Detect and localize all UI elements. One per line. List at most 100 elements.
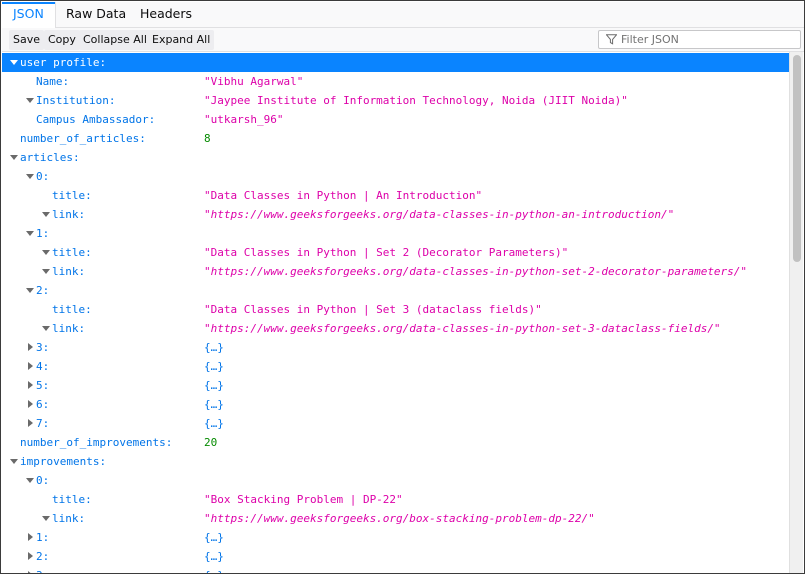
json-row[interactable]: 0: — [2, 471, 790, 490]
filter-json-box[interactable] — [598, 30, 801, 49]
collapsed-object-value[interactable]: {…} — [204, 566, 224, 573]
json-row[interactable]: link: "https://www.geeksforgeeks.org/data… — [2, 319, 790, 338]
expanded-arrow-icon[interactable] — [25, 224, 35, 243]
json-key: link: — [52, 208, 86, 221]
json-row[interactable]: articles: — [2, 148, 790, 167]
collapsed-object-value[interactable]: {…} — [204, 357, 224, 376]
collapsed-arrow-icon[interactable] — [25, 395, 35, 414]
collapsed-object-value[interactable]: {…} — [204, 376, 224, 395]
expanded-arrow-icon[interactable] — [25, 471, 35, 490]
json-link-value[interactable]: "https://www.geeksforgeeks.org/data-clas… — [204, 262, 747, 281]
json-viewer-window: JSON Raw Data Headers Save Copy Collapse… — [0, 0, 805, 574]
json-row[interactable]: 1: — [2, 224, 790, 243]
json-key: 3: — [36, 341, 50, 354]
collapse-all-button[interactable]: Collapse All — [79, 30, 151, 50]
json-key: 1: — [36, 531, 50, 544]
json-key: title: — [52, 189, 92, 202]
collapsed-object-value[interactable]: {…} — [204, 338, 224, 357]
collapsed-arrow-icon[interactable] — [25, 376, 35, 395]
copy-button[interactable]: Copy — [44, 30, 80, 50]
filter-icon — [606, 34, 617, 45]
json-row[interactable]: Institution: "Jaypee Institute of Informa… — [2, 91, 790, 110]
collapsed-object-value[interactable]: {…} — [204, 528, 224, 547]
json-row[interactable]: improvements: — [2, 452, 790, 471]
collapsed-arrow-icon[interactable] — [25, 414, 35, 433]
tab-raw-data[interactable]: Raw Data — [55, 2, 137, 27]
expanded-arrow-icon[interactable] — [25, 167, 35, 186]
json-key: articles: — [20, 151, 80, 164]
collapsed-arrow-icon[interactable] — [25, 566, 35, 573]
json-row[interactable]: 4: {…} — [2, 357, 790, 376]
collapsed-object-value[interactable]: {…} — [204, 414, 224, 433]
json-key: 3: — [36, 566, 49, 573]
json-value: "Jaypee Institute of Information Technol… — [204, 94, 628, 107]
json-key: 0: — [36, 170, 50, 183]
scrollbar-thumb[interactable] — [793, 55, 801, 262]
collapsed-arrow-icon[interactable] — [25, 357, 35, 376]
json-row[interactable]: link: "https://www.geeksforgeeks.org/box-… — [2, 509, 790, 528]
json-key: 2: — [36, 284, 50, 297]
json-link-value[interactable]: "https://www.geeksforgeeks.org/data-clas… — [204, 205, 674, 224]
save-button[interactable]: Save — [9, 30, 45, 50]
expanded-arrow-icon[interactable] — [9, 148, 19, 167]
expanded-arrow-icon[interactable] — [9, 53, 19, 72]
json-row[interactable]: title: "Data Classes in Python | Set 2 (D… — [2, 243, 790, 262]
json-value: "Data Classes in Python | Set 3 (datacla… — [204, 303, 542, 316]
json-row[interactable]: link: "https://www.geeksforgeeks.org/data… — [2, 262, 790, 281]
json-row[interactable]: link: "https://www.geeksforgeeks.org/data… — [2, 205, 790, 224]
expanded-arrow-icon[interactable] — [41, 319, 51, 338]
filter-json-input[interactable] — [621, 32, 791, 47]
json-row[interactable]: title: "Data Classes in Python | Set 3 (d… — [2, 300, 790, 319]
collapsed-arrow-icon[interactable] — [25, 547, 35, 566]
json-link-value[interactable]: "https://www.geeksforgeeks.org/box-stack… — [204, 509, 595, 528]
json-value: "Data Classes in Python | An Introductio… — [204, 189, 483, 202]
json-row[interactable]: number_of_improvements: 20 — [2, 433, 790, 452]
json-row[interactable]: 3: {…} — [2, 566, 790, 573]
collapsed-arrow-icon[interactable] — [25, 528, 35, 547]
json-row[interactable]: 1: {…} — [2, 528, 790, 547]
toolbar: Save Copy Collapse All Expand All — [2, 28, 804, 52]
expanded-arrow-icon[interactable] — [41, 205, 51, 224]
expanded-arrow-icon[interactable] — [25, 281, 35, 300]
vertical-scrollbar[interactable] — [789, 52, 803, 573]
json-row[interactable]: title: "Data Classes in Python | An Intro… — [2, 186, 790, 205]
json-link-value[interactable]: "https://www.geeksforgeeks.org/data-clas… — [204, 319, 721, 338]
json-row[interactable]: user profile: — [2, 53, 790, 72]
json-row[interactable]: 5: {…} — [2, 376, 790, 395]
expanded-arrow-icon[interactable] — [41, 243, 51, 262]
expanded-arrow-icon[interactable] — [9, 452, 19, 471]
json-key: improvements: — [20, 455, 107, 468]
json-row[interactable]: Name: "Vibhu Agarwal" — [2, 72, 790, 91]
json-row[interactable]: Campus Ambassador: "utkarsh_96" — [2, 110, 790, 129]
json-key: 0: — [36, 474, 50, 487]
json-key: 2: — [36, 550, 50, 563]
json-key: title: — [52, 303, 92, 316]
json-row[interactable]: 7: {…} — [2, 414, 790, 433]
json-key: user profile: — [20, 56, 107, 69]
expanded-arrow-icon[interactable] — [41, 509, 51, 528]
json-key: link: — [52, 512, 86, 525]
tab-headers[interactable]: Headers — [129, 2, 203, 27]
tab-json[interactable]: JSON — [2, 2, 56, 28]
json-row[interactable]: 0: — [2, 167, 790, 186]
json-row[interactable]: number_of_articles: 8 — [2, 129, 790, 148]
json-row[interactable]: 3: {…} — [2, 338, 790, 357]
json-value: "Vibhu Agarwal" — [204, 75, 304, 88]
expanded-arrow-icon[interactable] — [41, 262, 51, 281]
expand-all-button[interactable]: Expand All — [148, 30, 215, 50]
json-row[interactable]: title: "Box Stacking Problem | DP-22" — [2, 490, 790, 509]
json-key: 5: — [36, 379, 50, 392]
json-tree: user profile: Name: "Vibhu Agarwal" Institu… — [2, 52, 790, 573]
json-key: title: — [52, 493, 92, 506]
json-row[interactable]: 6: {…} — [2, 395, 790, 414]
expanded-arrow-icon[interactable] — [25, 91, 35, 110]
json-value: 8 — [204, 132, 211, 145]
json-key: Campus Ambassador: — [36, 113, 156, 126]
json-value: "Box Stacking Problem | DP-22" — [204, 493, 403, 506]
json-row[interactable]: 2: {…} — [2, 547, 790, 566]
collapsed-arrow-icon[interactable] — [25, 338, 35, 357]
collapsed-object-value[interactable]: {…} — [204, 547, 224, 566]
json-row[interactable]: 2: — [2, 281, 790, 300]
collapsed-object-value[interactable]: {…} — [204, 395, 224, 414]
json-key: link: — [52, 322, 86, 335]
